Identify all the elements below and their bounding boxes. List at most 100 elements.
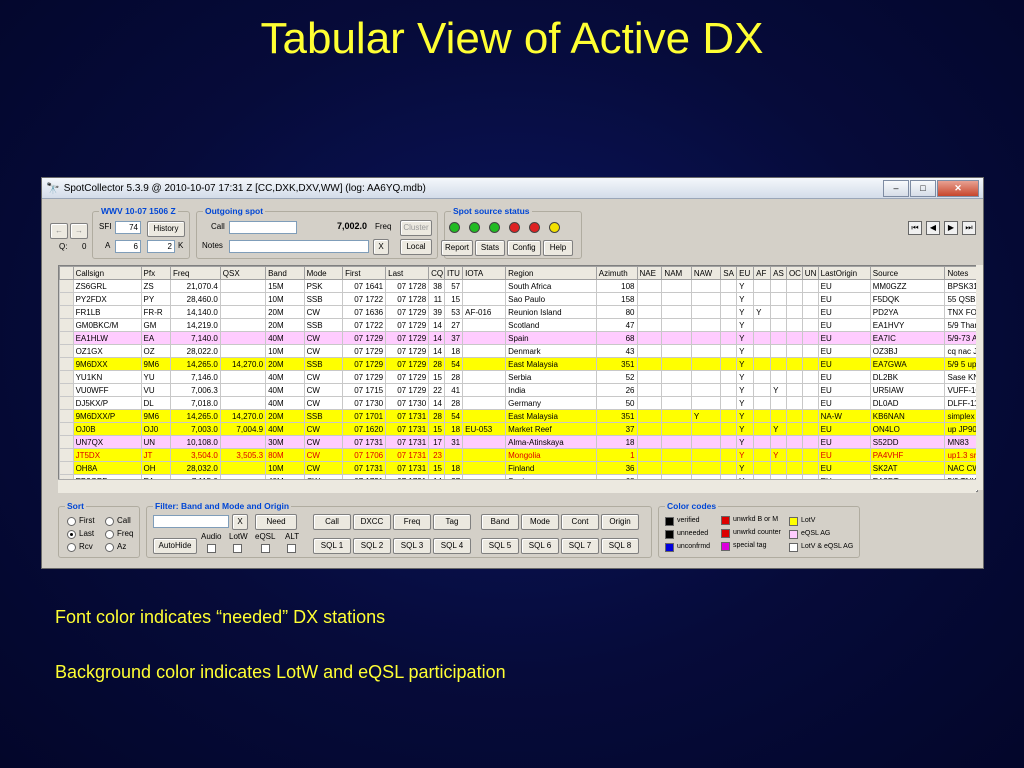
filter-call-field[interactable] <box>153 515 229 528</box>
sql-button-6[interactable]: SQL 6 <box>521 538 559 554</box>
row-indicator[interactable] <box>59 370 74 384</box>
eqsl-checkbox[interactable] <box>261 544 270 553</box>
table-row[interactable]: GM0BKC/M GM 14,219.0 20M SSB 07 1722 07 1729 14… <box>59 318 977 332</box>
column-header[interactable]: OC <box>785 266 803 280</box>
sql-button-3[interactable]: SQL 3 <box>393 538 431 554</box>
last-record-icon[interactable]: ⏭ <box>962 221 976 235</box>
column-header[interactable]: QSX <box>219 266 267 280</box>
sql-button-2[interactable]: SQL 2 <box>353 538 391 554</box>
filter-cont-button[interactable]: Cont <box>561 514 599 530</box>
column-header[interactable]: Region <box>505 266 597 280</box>
report-button[interactable]: Report <box>441 240 473 256</box>
a-field[interactable]: 6 <box>115 240 141 253</box>
table-row[interactable]: UN7QX UN 10,108.0 30M CW 07 1731 07 1731 17 31 Al… <box>59 435 977 449</box>
table-row[interactable]: OZ1GX OZ 28,022.0 10M CW 07 1729 07 1729 14 18 De… <box>59 344 977 358</box>
column-header[interactable]: Mode <box>303 266 344 280</box>
filter-band-button[interactable]: Band <box>481 514 519 530</box>
table-row[interactable]: OJ0B OJ0 7,003.0 7,004.9 40M CW 07 1620 07 1731… <box>59 422 977 436</box>
spot-grid[interactable]: Callsign Pfx Freq QSX Band Mode First Last CQ ITU… <box>58 265 978 492</box>
column-header[interactable]: Freq <box>169 266 221 280</box>
vertical-scrollbar[interactable] <box>976 265 983 490</box>
first-record-icon[interactable]: ⏮ <box>908 221 922 235</box>
history-button[interactable]: History <box>147 221 185 237</box>
table-row[interactable]: ZS6GRL ZS 21,070.4 15M PSK 07 1641 07 1728 38 57… <box>59 279 977 293</box>
row-indicator[interactable] <box>59 305 74 319</box>
row-indicator[interactable] <box>59 422 74 436</box>
column-header[interactable]: Callsign <box>72 266 142 280</box>
table-row[interactable]: EA1HLW EA 7,140.0 40M CW 07 1729 07 1729 14 37 Sp… <box>59 331 977 345</box>
column-header[interactable]: Notes <box>944 266 977 280</box>
clear-filter-button[interactable]: X <box>232 514 248 530</box>
alt-checkbox[interactable] <box>287 544 296 553</box>
table-row[interactable]: 9M6DXX/P 9M6 14,265.0 14,270.0 20M SSB 07 1701… <box>59 409 977 423</box>
call-field[interactable] <box>229 221 297 234</box>
sort-az-radio[interactable] <box>105 543 114 552</box>
row-indicator[interactable] <box>59 435 74 449</box>
row-indicator[interactable] <box>59 448 74 462</box>
row-indicator[interactable] <box>59 357 74 371</box>
row-indicator[interactable] <box>59 461 74 475</box>
sfi-field[interactable]: 74 <box>115 221 141 234</box>
column-header[interactable]: Source <box>869 266 946 280</box>
filter-call-button[interactable]: Call <box>313 514 351 530</box>
column-header[interactable]: ITU <box>443 266 464 280</box>
forward-arrow-icon[interactable]: → <box>70 223 88 239</box>
table-row[interactable]: YU1KN YU 7,146.0 40M CW 07 1729 07 1729 15 28 Ser… <box>59 370 977 384</box>
filter-origin-button[interactable]: Origin <box>601 514 639 530</box>
row-indicator[interactable] <box>59 383 74 397</box>
k-field[interactable]: 2 <box>147 240 175 253</box>
column-header[interactable]: LastOrigin <box>817 266 871 280</box>
filter-freq-button[interactable]: Freq <box>393 514 431 530</box>
audio-checkbox[interactable] <box>207 544 216 553</box>
row-indicator[interactable] <box>59 292 74 306</box>
clear-notes-button[interactable]: X <box>373 239 389 255</box>
config-button[interactable]: Config <box>507 240 541 256</box>
row-indicator[interactable] <box>59 344 74 358</box>
table-row[interactable]: DJ5KX/P DL 7,018.0 40M CW 07 1730 07 1730 14 28 G… <box>59 396 977 410</box>
column-header[interactable]: SA <box>720 266 738 280</box>
minimize-button[interactable]: – <box>883 179 909 197</box>
table-row[interactable]: OH8A OH 28,032.0 10M CW 07 1731 07 1731 15 18 Fin… <box>59 461 977 475</box>
row-indicator[interactable] <box>59 279 74 293</box>
column-header[interactable]: Pfx <box>140 266 171 280</box>
row-indicator[interactable] <box>59 331 74 345</box>
column-header[interactable]: AF <box>753 266 772 280</box>
column-header[interactable]: EU <box>736 266 755 280</box>
column-header[interactable]: IOTA <box>462 266 507 280</box>
sort-first-radio[interactable] <box>67 517 76 526</box>
column-header[interactable]: NAM <box>661 266 692 280</box>
table-row[interactable]: JT5DX JT 3,504.0 3,505.3 80M CW 07 1706 07 1731… <box>59 448 977 462</box>
column-header[interactable]: UN <box>801 266 819 280</box>
sql-button-1[interactable]: SQL 1 <box>313 538 351 554</box>
column-header[interactable]: NAE <box>636 266 663 280</box>
local-button[interactable]: Local <box>400 239 432 255</box>
filter-tag-button[interactable]: Tag <box>433 514 471 530</box>
table-row[interactable]: VU0WFF VU 7,006.3 40M CW 07 1715 07 1729 22 41 In… <box>59 383 977 397</box>
help-button[interactable]: Help <box>543 240 573 256</box>
sql-button-5[interactable]: SQL 5 <box>481 538 519 554</box>
row-indicator[interactable] <box>59 409 74 423</box>
column-header[interactable]: Last <box>385 266 430 280</box>
sort-freq-radio[interactable] <box>105 530 114 539</box>
column-header[interactable]: Azimuth <box>595 266 638 280</box>
close-button[interactable]: ✕ <box>937 179 979 197</box>
column-header[interactable]: AS <box>770 266 787 280</box>
back-arrow-icon[interactable]: ← <box>50 223 68 239</box>
sort-rcv-radio[interactable] <box>67 543 76 552</box>
previous-record-icon[interactable]: ◀ <box>926 221 940 235</box>
column-header[interactable]: First <box>342 266 387 280</box>
maximize-button[interactable]: □ <box>910 179 936 197</box>
autohide-button[interactable]: AutoHide <box>153 538 197 554</box>
lotw-checkbox[interactable] <box>233 544 242 553</box>
row-indicator[interactable] <box>59 318 74 332</box>
sql-button-8[interactable]: SQL 8 <box>601 538 639 554</box>
notes-field[interactable] <box>229 240 369 253</box>
filter-mode-button[interactable]: Mode <box>521 514 559 530</box>
next-record-icon[interactable]: ▶ <box>944 221 958 235</box>
table-row[interactable]: PY2FDX PY 28,460.0 10M SSB 07 1722 07 1728 11 15… <box>59 292 977 306</box>
sort-last-radio[interactable] <box>67 530 76 539</box>
cluster-button[interactable]: Cluster <box>400 220 432 236</box>
filter-dxcc-button[interactable]: DXCC <box>353 514 391 530</box>
column-header[interactable]: CQ <box>428 266 445 280</box>
horizontal-scrollbar[interactable] <box>58 479 976 493</box>
